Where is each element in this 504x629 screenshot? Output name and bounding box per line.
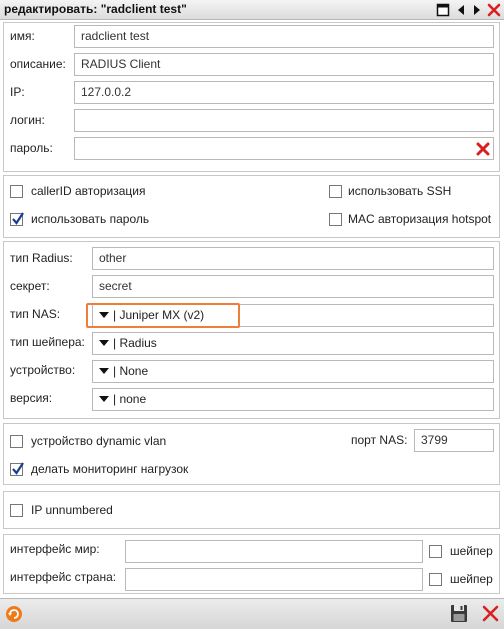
version-value: | none <box>113 392 147 406</box>
nas-type-value: | Juniper MX (v2) <box>113 308 205 322</box>
monitoring-checkbox[interactable] <box>10 462 24 476</box>
dropdown-arrow-icon <box>99 339 109 346</box>
checkmark-icon <box>12 212 24 225</box>
interface-country-label: интерфейс страна: <box>10 570 117 584</box>
dropdown-arrow-icon <box>99 311 109 318</box>
world-shaper-label: шейпер <box>450 544 493 558</box>
mac-auth-checkbox[interactable] <box>329 213 342 226</box>
secret-label: секрет: <box>10 279 50 293</box>
ip-input[interactable]: 127.0.0.2 <box>74 81 494 104</box>
close-icon[interactable] <box>487 3 501 17</box>
version-select[interactable]: | none <box>92 388 494 411</box>
ip-label: IP: <box>10 85 25 99</box>
dynamic-vlan-checkbox[interactable] <box>10 435 23 448</box>
ssh-label: использовать SSH <box>348 184 452 198</box>
ip-unnumbered-label: IP unnumbered <box>31 503 113 517</box>
use-password-checkbox[interactable] <box>10 212 24 226</box>
shaper-type-select[interactable]: | Radius <box>92 332 494 355</box>
monitoring-label: делать мониторинг нагрузок <box>31 462 189 476</box>
maximize-icon[interactable] <box>436 3 450 17</box>
next-icon[interactable] <box>470 3 484 17</box>
refresh-icon[interactable] <box>5 605 23 623</box>
prev-icon[interactable] <box>454 3 468 17</box>
use-password-label: использовать пароль <box>31 212 150 226</box>
checkmark-icon <box>12 462 24 475</box>
save-icon[interactable] <box>450 604 468 623</box>
device-value: | None <box>113 364 149 378</box>
country-shaper-label: шейпер <box>450 572 493 586</box>
ssh-checkbox[interactable] <box>329 185 342 198</box>
interface-world-label: интерфейс мир: <box>10 542 100 556</box>
nas-type-select[interactable]: | Juniper MX (v2) <box>92 304 494 327</box>
description-input[interactable]: RADIUS Client <box>74 53 494 76</box>
nas-port-input[interactable]: 3799 <box>414 429 494 452</box>
callerid-checkbox[interactable] <box>10 185 23 198</box>
password-input[interactable] <box>74 137 494 160</box>
dropdown-arrow-icon <box>99 395 109 402</box>
password-label: пароль: <box>10 141 53 155</box>
clear-password-icon[interactable] <box>476 142 490 156</box>
bottom-toolbar <box>0 598 504 629</box>
shaper-type-label: тип шейпера: <box>10 335 85 349</box>
version-label: версия: <box>10 391 53 405</box>
world-shaper-checkbox[interactable] <box>429 545 442 558</box>
dynamic-vlan-label: устройство dynamic vlan <box>31 434 167 448</box>
window-title: редактировать: "radclient test" <box>4 2 187 16</box>
callerid-label: callerID авторизация <box>31 184 146 198</box>
radius-type-input[interactable]: other <box>92 247 494 270</box>
name-label: имя: <box>10 29 35 43</box>
interface-world-input[interactable] <box>125 540 423 563</box>
interface-country-input[interactable] <box>125 568 423 591</box>
shaper-type-value: | Radius <box>113 336 157 350</box>
country-shaper-checkbox[interactable] <box>429 573 442 586</box>
login-input[interactable] <box>74 109 494 132</box>
description-label: описание: <box>10 57 66 71</box>
login-label: логин: <box>10 113 45 127</box>
dropdown-arrow-icon <box>99 367 109 374</box>
device-select[interactable]: | None <box>92 360 494 383</box>
name-input[interactable]: radclient test <box>74 25 494 48</box>
mac-auth-label: MAC авторизация hotspot <box>348 212 492 226</box>
title-bar: редактировать: "radclient test" <box>0 0 504 20</box>
radius-type-label: тип Radius: <box>10 251 73 265</box>
secret-input[interactable]: secret <box>92 275 494 298</box>
nas-type-label: тип NAS: <box>10 307 61 321</box>
device-label: устройство: <box>10 363 76 377</box>
ip-unnumbered-checkbox[interactable] <box>10 504 23 517</box>
close-icon[interactable] <box>482 605 499 622</box>
nas-port-label: порт NAS: <box>351 433 408 447</box>
